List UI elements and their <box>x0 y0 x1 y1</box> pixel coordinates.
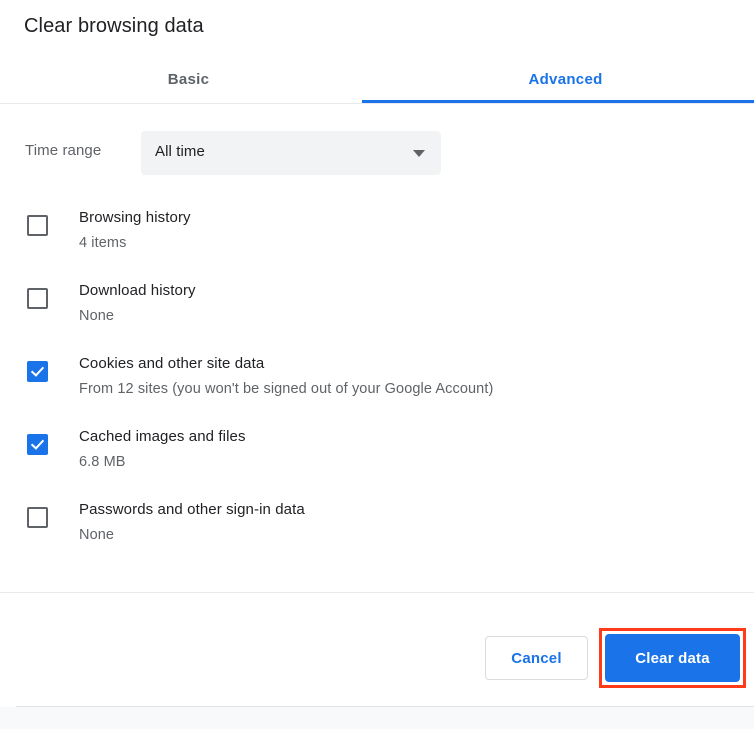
checkbox-cookies-and-other-site-data[interactable] <box>27 361 48 382</box>
tab-bar-divider <box>0 103 754 104</box>
time-range-select[interactable]: All time <box>141 131 441 175</box>
cancel-button[interactable]: Cancel <box>485 636 588 680</box>
list-item-subtitle: None <box>79 527 115 543</box>
tab-advanced-label: Advanced <box>528 70 603 88</box>
list-item-passwords-and-other-sign-in-data[interactable]: Passwords and other sign-in data None <box>0 490 754 563</box>
time-range-value: All time <box>155 143 205 160</box>
clear-browsing-data-dialog: Clear browsing data Basic Advanced Time … <box>0 0 754 707</box>
checkbox-browsing-history[interactable] <box>27 215 48 236</box>
list-item-download-history[interactable]: Download history None <box>0 271 754 344</box>
checkbox-passwords-and-other-sign-in-data[interactable] <box>27 507 48 528</box>
clear-data-button[interactable]: Clear data <box>605 634 740 682</box>
checkbox-download-history[interactable] <box>27 288 48 309</box>
list-item-title: Passwords and other sign-in data <box>79 501 305 518</box>
list-item-subtitle: 6.8 MB <box>79 454 126 470</box>
tab-basic-label: Basic <box>167 70 210 88</box>
list-item-subtitle: None <box>79 308 115 324</box>
list-item-title: Cookies and other site data <box>79 355 265 372</box>
list-item-cookies-and-other-site-data[interactable]: Cookies and other site data From 12 site… <box>0 344 754 417</box>
list-item-title: Browsing history <box>79 209 191 226</box>
list-item-title: Download history <box>79 282 196 299</box>
list-item-subtitle: 4 items <box>79 235 127 251</box>
list-item-browsing-history[interactable]: Browsing history 4 items <box>0 198 754 271</box>
tab-basic[interactable]: Basic <box>0 56 377 102</box>
list-item-subtitle: From 12 sites (you won't be signed out o… <box>79 381 494 397</box>
active-tab-indicator <box>362 100 754 103</box>
time-range-row: Time range All time <box>0 131 754 175</box>
chevron-down-icon <box>413 150 425 157</box>
page-bottom-strip <box>0 707 754 729</box>
tab-advanced[interactable]: Advanced <box>377 56 754 102</box>
time-range-label: Time range <box>25 142 102 159</box>
list-item-cached-images-and-files[interactable]: Cached images and files 6.8 MB <box>0 417 754 490</box>
checkbox-cached-images-and-files[interactable] <box>27 434 48 455</box>
data-type-list: Browsing history 4 items Download histor… <box>0 198 754 563</box>
tab-bar: Basic Advanced <box>0 56 754 104</box>
dialog-title: Clear browsing data <box>24 15 204 37</box>
list-item-title: Cached images and files <box>79 428 246 445</box>
